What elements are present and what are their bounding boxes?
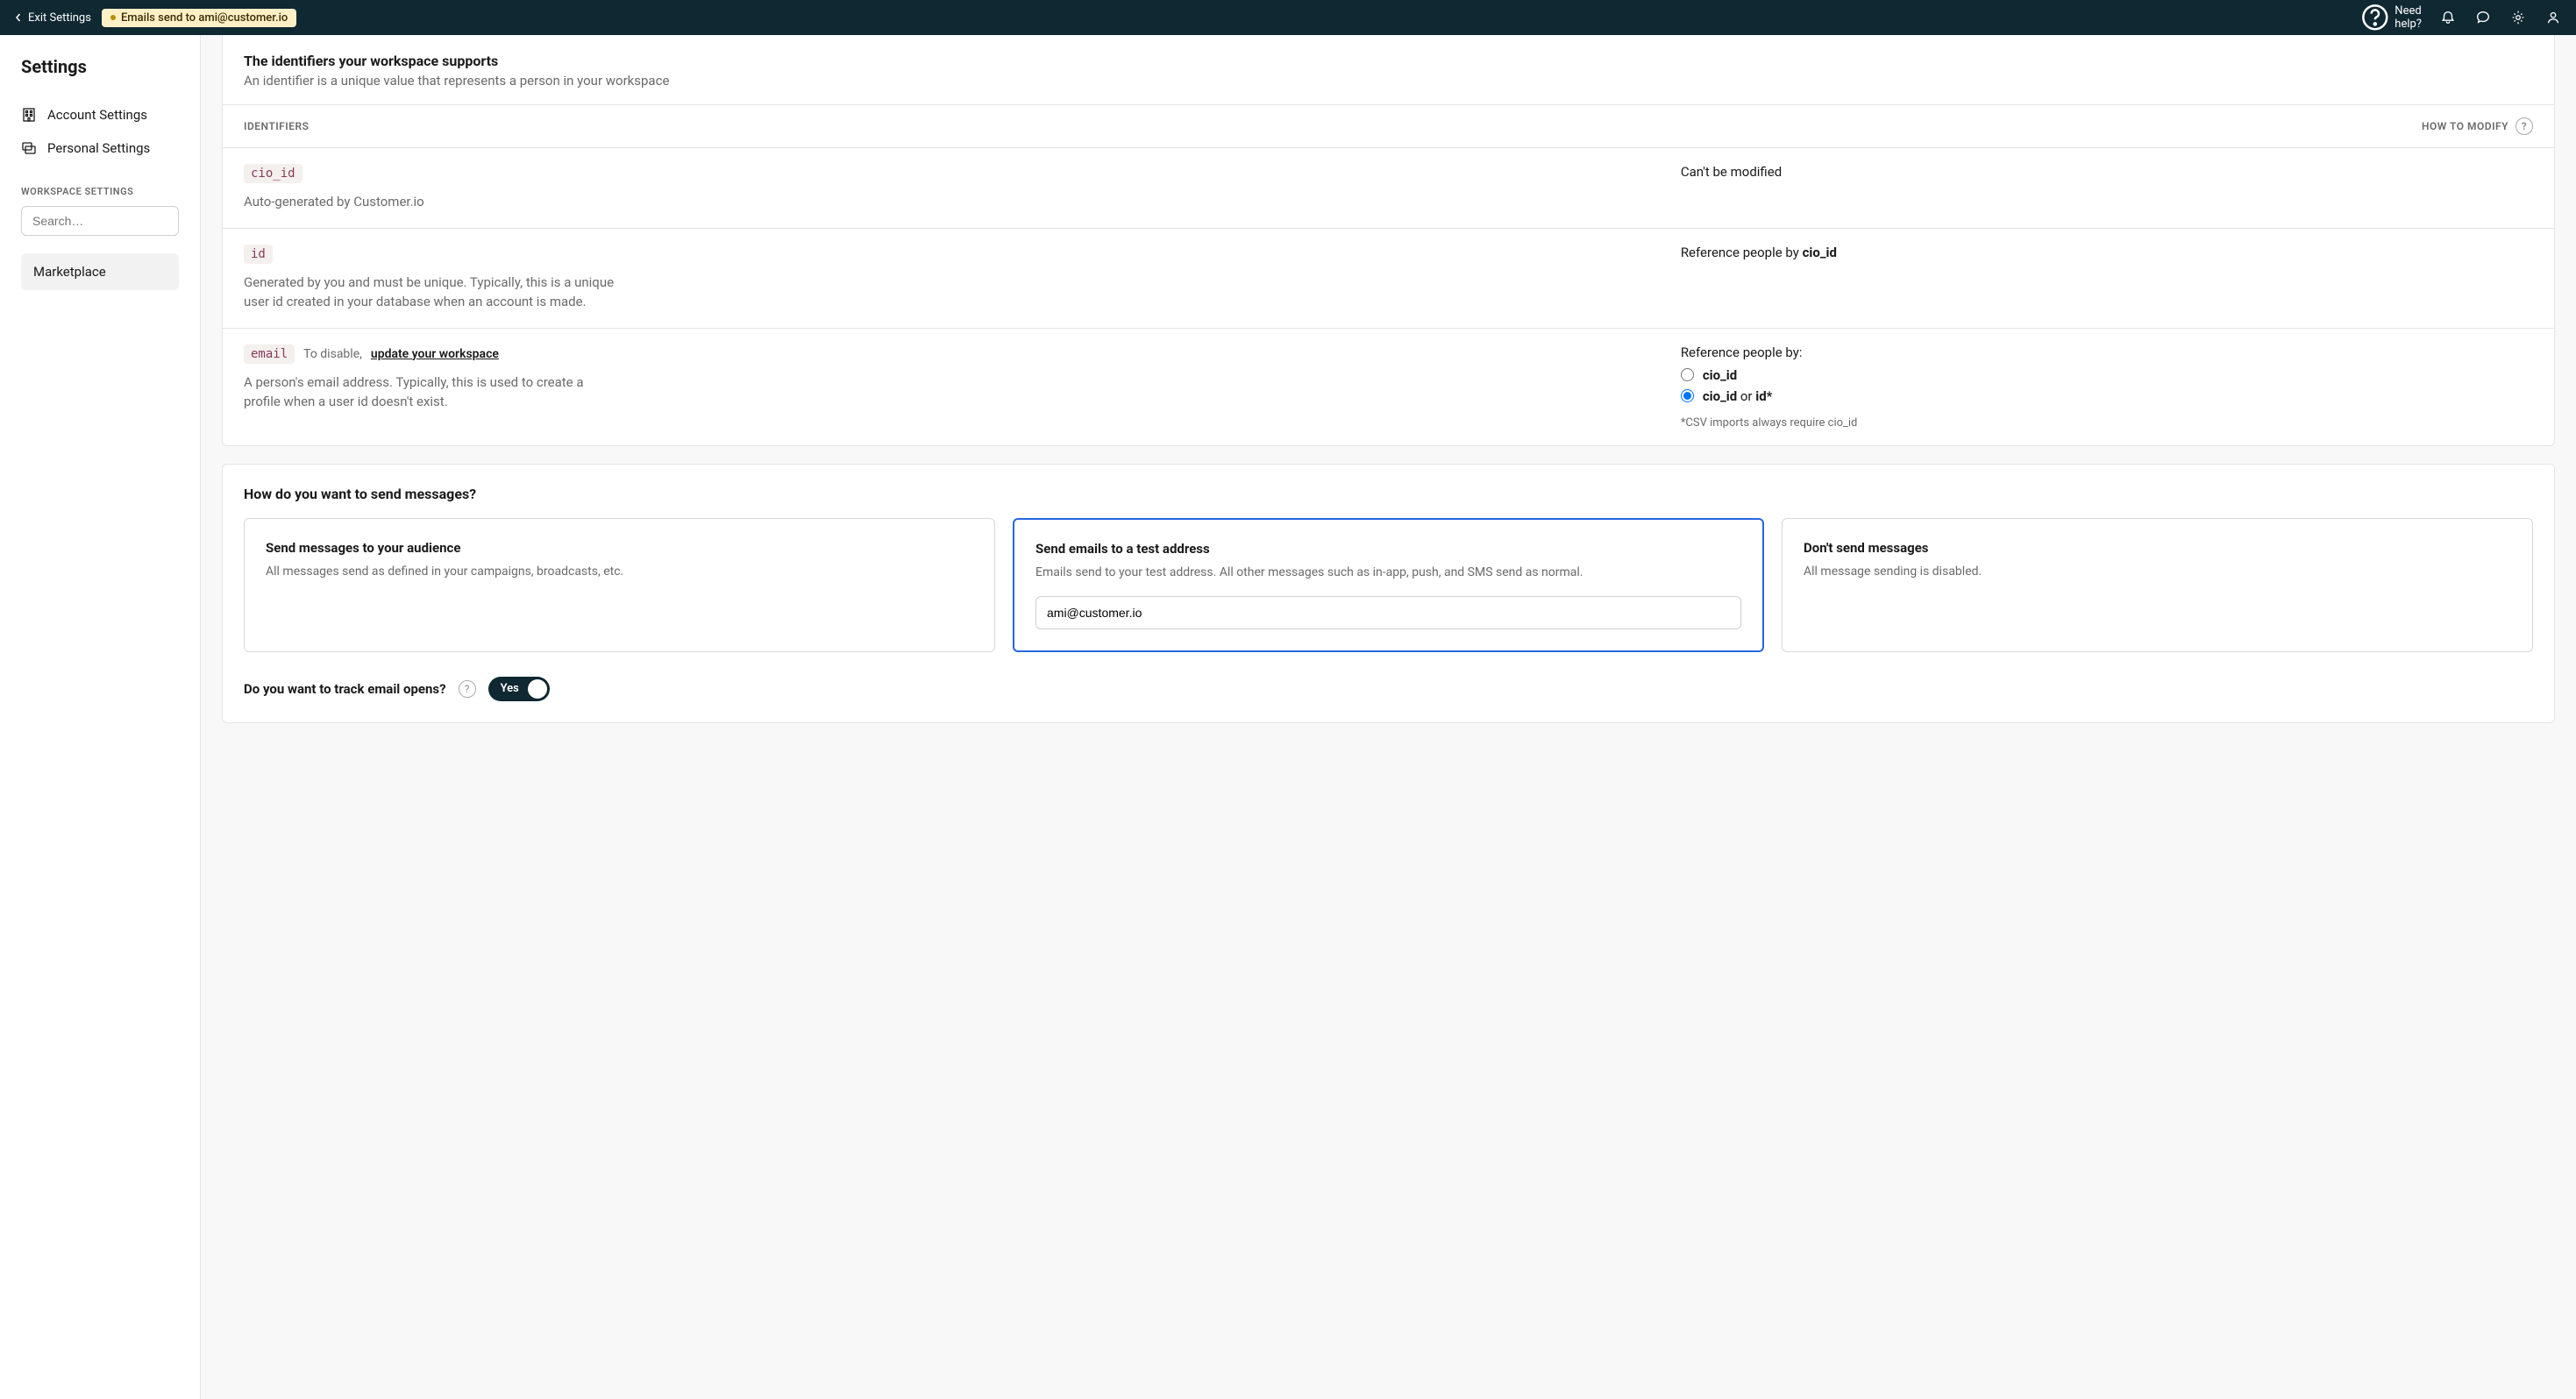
radio-label: cio_id [1703,367,1737,383]
modify-help-button[interactable]: ? [2516,117,2533,135]
radio-input[interactable] [1681,368,1694,381]
sidebar-item-personal[interactable]: Personal Settings [21,131,179,165]
topbar: Exit Settings Emails send to ami@custome… [0,0,2576,35]
identifier-row-id: id Generated by you and must be unique. … [223,229,2554,329]
sidebar-item-account[interactable]: Account Settings [21,98,179,131]
option-desc: All messages send as defined in your cam… [266,563,973,581]
user-icon [2545,10,2561,25]
gear-icon [2510,10,2526,25]
need-help-link[interactable]: Need help? [2360,3,2422,32]
option-desc: Emails send to your test address. All ot… [1035,564,1741,582]
identifier-row-cio-id: cio_id Auto-generated by Customer.io Can… [223,148,2554,229]
sidebar: Settings Account Settings Personal Setti… [0,35,201,1399]
identifier-desc: Auto-generated by Customer.io [244,192,621,212]
toggle-knob-icon [528,679,547,699]
option-title: Don't send messages [1804,540,2511,556]
modify-text: Reference people by cio_id [1681,245,1961,260]
id-card-icon [21,140,37,156]
option-desc: All message sending is disabled. [1804,563,2511,581]
sidebar-item-marketplace[interactable]: Marketplace [21,253,179,290]
identifiers-card: The identifiers your workspace supports … [222,35,2555,446]
building-icon [21,107,37,123]
send-messages-card: How do you want to send messages? Send m… [222,464,2555,723]
option-dont-send[interactable]: Don't send messages All message sending … [1782,518,2533,652]
track-help-button[interactable]: ? [459,680,476,698]
chat-icon [2475,10,2491,25]
bell-icon [2440,10,2456,25]
settings-button[interactable] [2509,9,2527,26]
sidebar-item-label: Personal Settings [47,140,150,156]
identifier-tag: cio_id [244,164,302,183]
page-title: Settings [21,56,179,77]
main-content: The identifiers your workspace supports … [201,35,2576,1399]
identifiers-subtitle: An identifier is a unique value that rep… [244,73,2533,89]
track-opens-toggle[interactable]: Yes [488,677,550,701]
reference-label: Reference people by: [1681,344,1961,360]
identifier-desc: Generated by you and must be unique. Typ… [244,273,621,312]
identifier-tag: email [244,344,295,364]
exit-label: Exit Settings [28,11,91,25]
track-opens-label: Do you want to track email opens? [244,681,446,697]
profile-button[interactable] [2544,9,2562,26]
modify-text: Can't be modified [1681,164,1961,180]
disable-pretext: To disable, [303,347,362,361]
exit-settings-link[interactable]: Exit Settings [14,11,91,25]
update-workspace-link[interactable]: update your workspace [371,347,499,361]
badge-text: Emails send to ami@customer.io [121,11,288,25]
chat-button[interactable] [2474,9,2492,26]
help-icon [2360,3,2390,32]
search-input[interactable] [21,206,179,236]
option-title: Send messages to your audience [266,540,973,556]
workspace-section-label: WORKSPACE SETTINGS [21,186,179,197]
option-send-test[interactable]: Send emails to a test address Emails sen… [1013,518,1764,652]
sidebar-item-label: Marketplace [33,264,106,280]
col-header-modify: HOW TO MODIFY [2422,120,2508,132]
option-title: Send emails to a test address [1035,541,1741,557]
send-mode-badge: Emails send to ami@customer.io [102,9,296,27]
identifier-desc: A person's email address. Typically, thi… [244,373,621,412]
sidebar-item-label: Account Settings [47,107,147,123]
test-email-input[interactable] [1035,596,1741,629]
radio-input[interactable] [1681,389,1694,402]
chevron-left-icon [14,13,23,22]
identifiers-title: The identifiers your workspace supports [244,53,2533,69]
col-header-identifiers: IDENTIFIERS [244,120,309,132]
help-label: Need help? [2395,4,2422,31]
identifier-tag: id [244,245,273,264]
csv-footnote: *CSV imports always require cio_id [1681,416,1961,430]
notifications-button[interactable] [2439,9,2457,26]
badge-dot-icon [110,15,116,20]
radio-cio-id[interactable]: cio_id [1681,367,1961,383]
option-send-audience[interactable]: Send messages to your audience All messa… [244,518,995,652]
radio-cio-id-or-id[interactable]: cio_id or id* [1681,388,1961,404]
identifier-row-email: email To disable, update your workspace … [223,329,2554,445]
toggle-value: Yes [492,682,519,695]
send-title: How do you want to send messages? [244,486,2533,502]
radio-label: cio_id or id* [1703,388,1773,404]
